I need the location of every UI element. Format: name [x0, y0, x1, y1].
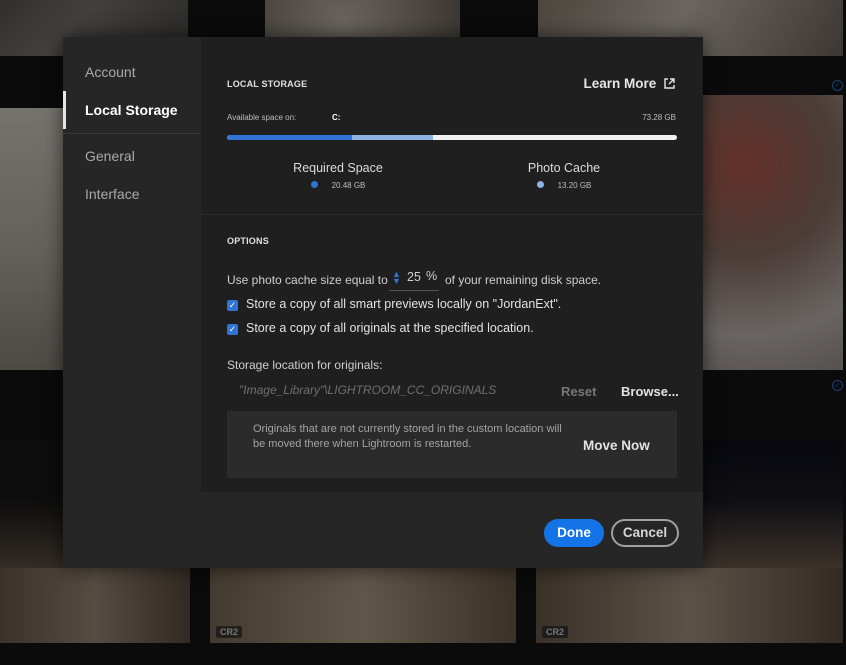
- photo-cache-segment: [352, 135, 433, 140]
- drive-letter: C:: [332, 113, 341, 122]
- smart-previews-checkbox[interactable]: ✓: [227, 300, 238, 311]
- storage-path-value: "Image_Library"\LIGHTROOM_CC_ORIGINALS: [239, 383, 497, 397]
- store-originals-checkbox[interactable]: ✓: [227, 324, 238, 335]
- reset-button[interactable]: Reset: [561, 384, 596, 399]
- move-originals-notice: Originals that are not currently stored …: [227, 411, 677, 478]
- learn-more-link[interactable]: Learn More: [583, 76, 675, 91]
- store-originals-label: Store a copy of all originals at the spe…: [246, 321, 534, 335]
- required-space-value: 20.48 GB: [331, 181, 366, 190]
- available-space-value: 73.28 GB: [642, 113, 676, 122]
- sidebar-item-label: Local Storage: [85, 102, 178, 118]
- sidebar-item-account[interactable]: Account: [63, 53, 201, 91]
- required-space-legend: Required Space 20.48 GB: [277, 161, 399, 190]
- sidebar-divider: [63, 133, 201, 134]
- cache-size-unit: %: [426, 269, 438, 283]
- photo-cache-dot: [536, 181, 544, 188]
- preferences-dialog: Account Local Storage General Interface …: [63, 37, 703, 568]
- required-space-segment: [227, 135, 352, 140]
- cache-size-value[interactable]: 25: [407, 270, 421, 284]
- sidebar-item-local-storage[interactable]: Local Storage: [63, 91, 201, 129]
- photo-cache-legend: Photo Cache 13.20 GB: [509, 161, 619, 190]
- local-storage-title: LOCAL STORAGE: [227, 79, 308, 89]
- cache-size-prefix: Use photo cache size equal to: [227, 273, 388, 287]
- learn-more-label: Learn More: [583, 76, 657, 91]
- stepper-arrows-icon[interactable]: ▲ ▼: [392, 270, 401, 286]
- storage-location-label: Storage location for originals:: [227, 358, 383, 372]
- storage-usage-bar: [227, 135, 677, 140]
- external-link-icon: [664, 78, 675, 89]
- required-space-dot: [310, 181, 318, 188]
- browse-button[interactable]: Browse...: [621, 384, 679, 399]
- sidebar-item-label: Account: [85, 64, 136, 80]
- photo-cache-value: 13.20 GB: [557, 181, 592, 190]
- move-originals-note: Originals that are not currently stored …: [253, 423, 562, 450]
- required-space-label: Required Space: [293, 161, 383, 175]
- sidebar-item-general[interactable]: General: [63, 137, 201, 175]
- preferences-sidebar: Account Local Storage General Interface: [63, 37, 201, 568]
- section-divider: [201, 214, 703, 215]
- available-space-label: Available space on:: [227, 113, 297, 122]
- sidebar-item-label: Interface: [85, 186, 140, 202]
- cache-size-stepper[interactable]: ▲ ▼ 25 %: [389, 268, 439, 291]
- done-button[interactable]: Done: [544, 519, 604, 547]
- active-indicator: [63, 91, 66, 129]
- local-storage-panel: LOCAL STORAGE Learn More Available space…: [201, 37, 703, 492]
- options-title: OPTIONS: [227, 236, 269, 246]
- sidebar-item-interface[interactable]: Interface: [63, 175, 201, 213]
- cache-size-suffix: of your remaining disk space.: [445, 273, 602, 287]
- move-now-button[interactable]: Move Now: [583, 438, 650, 453]
- sidebar-item-label: General: [85, 148, 135, 164]
- photo-cache-label: Photo Cache: [527, 161, 601, 175]
- cancel-button[interactable]: Cancel: [611, 519, 679, 547]
- smart-previews-label: Store a copy of all smart previews local…: [246, 297, 562, 311]
